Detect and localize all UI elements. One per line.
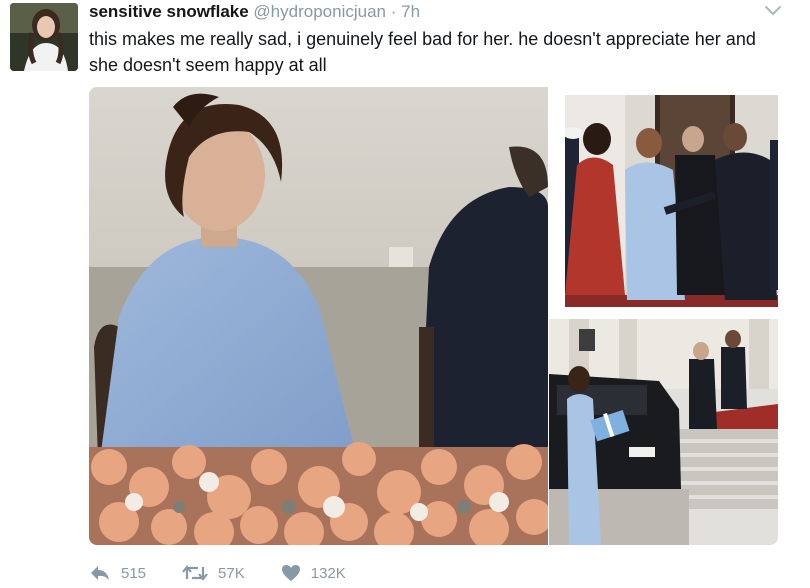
tweet-text: this makes me really sad, i genuinely fe… <box>89 29 756 75</box>
reply-count: 515 <box>121 564 147 582</box>
tweet-actions: 515 57K 132K <box>89 558 382 588</box>
heart-icon <box>281 565 300 581</box>
photo-main[interactable] <box>89 87 548 545</box>
user-handle[interactable]: @hydroponicjuan <box>253 2 386 21</box>
media-grid <box>89 87 778 545</box>
display-name[interactable]: sensitive snowflake <box>89 2 249 21</box>
chevron-down-icon[interactable] <box>764 4 782 18</box>
reply-icon <box>91 566 109 580</box>
reply-button[interactable]: 515 <box>89 564 146 582</box>
tweet-header: sensitive snowflake @hydroponicjuan · 7h <box>89 0 780 24</box>
photo-top-right[interactable] <box>565 95 778 307</box>
like-button[interactable]: 132K <box>281 564 346 582</box>
like-count: 132K <box>310 564 346 582</box>
retweet-button[interactable]: 57K <box>182 564 245 582</box>
timestamp[interactable]: 7h <box>401 2 420 21</box>
separator-dot: · <box>390 2 397 21</box>
retweet-icon <box>182 565 208 581</box>
retweet-count: 57K <box>218 564 245 582</box>
photo-bottom-right[interactable] <box>549 319 778 545</box>
avatar[interactable] <box>10 3 78 71</box>
